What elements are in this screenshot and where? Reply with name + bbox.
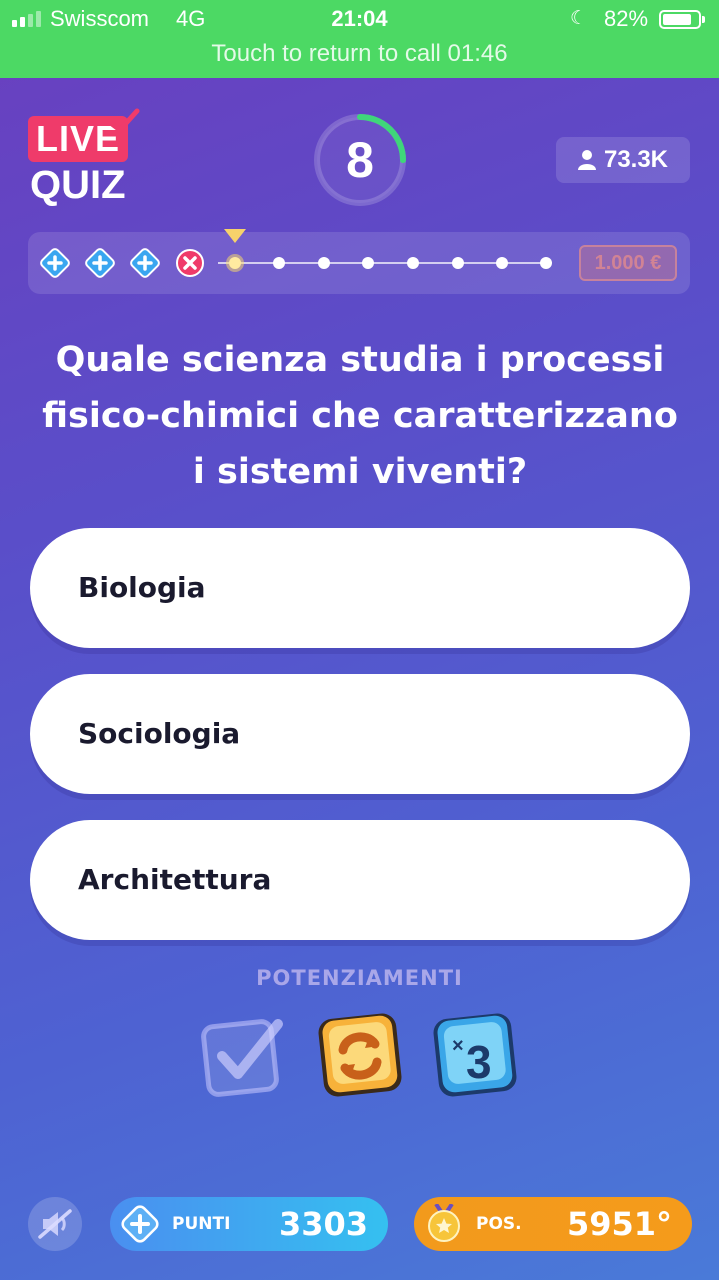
points-value: 3303 (278, 1205, 368, 1243)
logo-check-icon (110, 108, 140, 134)
logo-quiz-text: QUIZ (30, 163, 126, 207)
return-to-call-banner[interactable]: Touch to return to call 01:46 (0, 40, 719, 68)
correct-answer-icon (85, 248, 115, 278)
position-label: POS. (476, 1214, 522, 1234)
checkmark-powerup-icon[interactable] (200, 1010, 290, 1100)
status-bar: Swisscom 4G 21:04 ☾ 82% Touch to return … (0, 0, 719, 78)
current-step-pointer-icon (224, 229, 246, 243)
progress-step (273, 257, 285, 269)
question-line: fisico-chimici che caratterizzano (42, 396, 678, 436)
position-pill: POS. 5951° (414, 1197, 692, 1251)
timer-value: 8 (346, 132, 374, 188)
answer-option-1[interactable]: Biologia (30, 528, 690, 648)
points-label: PUNTI (172, 1214, 231, 1234)
progress-step (362, 257, 374, 269)
points-gem-icon (121, 1205, 159, 1243)
points-pill: PUNTI 3303 (110, 1197, 388, 1251)
answer-option-3[interactable]: Architettura (30, 820, 690, 940)
live-quiz-logo: LIVE QUIZ (28, 108, 140, 208)
question-line: Quale scienza studia i processi (55, 340, 665, 380)
progress-step (229, 257, 241, 269)
correct-answer-icon (40, 248, 70, 278)
question-text: Quale scienza studia i processi fisico-c… (30, 332, 690, 500)
progress-step (407, 257, 419, 269)
svg-text:3: 3 (466, 1036, 492, 1088)
wrong-answer-icon (176, 249, 204, 277)
position-value: 5951° (566, 1205, 672, 1243)
progress-step (318, 257, 330, 269)
progress-step (540, 257, 552, 269)
speaker-muted-icon (38, 1209, 72, 1239)
battery-icon (659, 10, 705, 29)
answer-option-2[interactable]: Sociologia (30, 674, 690, 794)
powerups-title: POTENZIAMENTI (256, 966, 463, 990)
countdown-timer: 8 (312, 112, 408, 208)
svg-text:×: × (452, 1035, 464, 1057)
correct-answer-icon (130, 248, 160, 278)
medal-icon (428, 1204, 460, 1242)
battery-percentage: 82% (604, 6, 649, 31)
answer-label: Architettura (78, 863, 272, 896)
players-count: 73.3K (603, 146, 669, 173)
progress-step (496, 257, 508, 269)
user-icon (577, 150, 596, 170)
prize-amount: 1.000 € (579, 245, 677, 281)
do-not-disturb-icon: ☾ (570, 7, 588, 29)
answer-label: Biologia (78, 571, 206, 604)
mute-button[interactable] (28, 1197, 82, 1251)
answer-label: Sociologia (78, 717, 241, 750)
swap-powerup-icon[interactable] (315, 1010, 405, 1100)
question-progress-track: 1.000 € (28, 229, 690, 294)
question-line: i sistemi viventi? (192, 452, 528, 492)
progress-step (452, 257, 464, 269)
times-three-powerup-icon[interactable]: × 3 (430, 1010, 520, 1100)
players-counter: 73.3K (556, 137, 690, 183)
